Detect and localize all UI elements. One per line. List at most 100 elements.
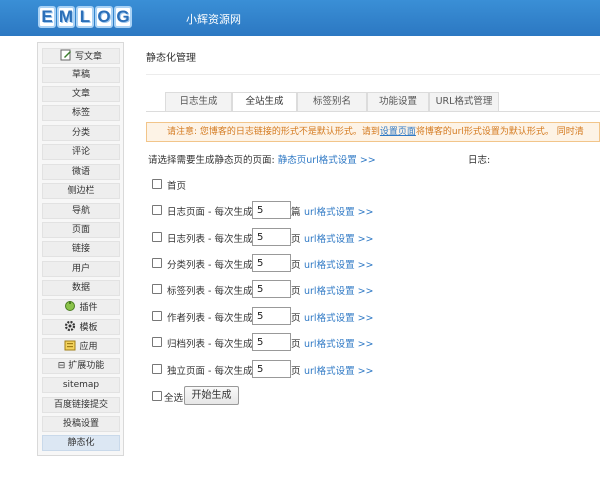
sidebar-item-label: 应用 [79,342,98,352]
count-input[interactable] [252,280,291,298]
logo-letter: L [76,6,94,28]
sidebar-item-articles[interactable]: 文章 [42,86,120,102]
sidebar-item-label: 文章 [71,89,90,99]
sidebar-item-label: 投稿设置 [62,419,99,429]
row-label: 分类列表 - 每次生成 [167,260,253,271]
row-checkbox[interactable] [152,205,162,215]
url-format-link[interactable]: url格式设置 >> [304,310,374,324]
sidebar-item-label: 分类 [71,128,90,138]
start-generate-button[interactable]: 开始生成 [184,386,239,405]
row-checkbox[interactable] [152,337,162,347]
app-icon [64,340,76,351]
select-all-checkbox[interactable] [152,391,162,401]
unit-label: 页 [291,234,301,245]
sidebar-item-data[interactable]: 数据 [42,280,120,296]
sidebar-item-drafts[interactable]: 草稿 [42,67,120,83]
sidebar-item-twitter[interactable]: 微语 [42,164,120,180]
logo-letter: M [57,6,75,28]
logo-letter: G [114,6,132,28]
tab-url-format[interactable]: URL格式管理 [429,92,499,112]
sidebar-item-sitemap[interactable]: sitemap [42,377,120,393]
unit-label: 页 [291,313,301,324]
sidebar-item-static[interactable]: 静态化 [42,435,120,451]
sidebar-item-extensions[interactable]: ⊟ 扩展功能 [42,358,120,374]
sidebar-item-label: 草稿 [71,70,90,80]
sidebar-item-label: 微语 [71,167,90,177]
unit-label: 页 [291,260,301,271]
emlog-logo[interactable]: E M L O G [38,6,132,30]
row-label: 日志列表 - 每次生成 [167,234,253,245]
sidebar-item-label: sitemap [62,380,100,390]
sidebar-item-label: 评论 [71,147,90,157]
url-format-link[interactable]: url格式设置 >> [304,283,374,297]
count-input[interactable] [252,201,291,219]
tab-full-site[interactable]: 全站生成 [232,92,297,112]
notice-text: 将博客的url形式设置为默认形式。 同时清 [415,127,584,137]
sidebar-item-tags[interactable]: 标签 [42,105,120,121]
plugin-icon [65,301,76,311]
row-label: 归档列表 - 每次生成 [167,339,253,350]
prompt-text: 请选择需要生成静态页的页面: [148,155,275,166]
tab-tag-alias[interactable]: 标签别名 [297,92,367,112]
sidebar-item-label: 扩展功能 [68,361,105,371]
url-format-link[interactable]: url格式设置 >> [304,204,374,218]
log-label: 日志: [468,155,491,166]
count-input[interactable] [252,254,291,272]
warning-notice: 请注意: 您博客的日志链接的形式不是默认形式。请到设置页面将博客的url形式设置… [146,122,600,142]
count-input[interactable] [252,228,291,246]
row-checkbox[interactable] [152,311,162,321]
unit-label: 页 [291,366,301,377]
static-url-settings-link[interactable]: 静态页url格式设置 >> [278,155,376,166]
sidebar-item-contribute-settings[interactable]: 投稿设置 [42,416,120,432]
row-label: 作者列表 - 每次生成 [167,313,253,324]
sidebar-item-comments[interactable]: 评论 [42,144,120,160]
count-input[interactable] [252,360,291,378]
count-input[interactable] [252,333,291,351]
site-name-link[interactable]: 小辉资源网 [186,11,241,27]
sidebar-item-categories[interactable]: 分类 [42,125,120,141]
select-all-label: 全选 [164,393,184,404]
url-format-link[interactable]: url格式设置 >> [304,336,374,350]
notice-text: 请注意: 您博客的日志链接的形式不是默认形式。请到 [167,127,380,137]
sidebar-item-widgets[interactable]: 侧边栏 [42,183,120,199]
url-format-link[interactable]: url格式设置 >> [304,257,374,271]
url-format-link[interactable]: url格式设置 >> [304,363,374,377]
sidebar-item-label: 模板 [79,323,98,333]
sidebar-item-label: 页面 [71,225,90,235]
home-checkbox[interactable] [152,179,162,189]
sidebar-item-label: 写文章 [74,52,102,62]
settings-page-link[interactable]: 设置页面 [380,127,416,137]
select-prompt: 请选择需要生成静态页的页面: 静态页url格式设置 >> [148,152,376,166]
logo-letter: E [38,6,56,28]
tab-function-settings[interactable]: 功能设置 [367,92,429,112]
gear-icon [65,320,76,332]
sidebar-item-label: 侧边栏 [67,186,95,196]
sidebar-item-write[interactable]: 写文章 [42,48,120,64]
sidebar-item-baidu-submit[interactable]: 百度链接提交 [42,397,120,413]
row-label: 日志页面 - 每次生成 [167,207,253,218]
divider [146,74,600,75]
sidebar-item-users[interactable]: 用户 [42,261,120,277]
sidebar-item-plugins[interactable]: 插件 [42,299,120,315]
sidebar-item-apps[interactable]: 应用 [42,338,120,354]
count-input[interactable] [252,307,291,325]
unit-label: 篇 [291,207,301,218]
row-checkbox[interactable] [152,232,162,242]
sidebar-item-templates[interactable]: 模板 [42,319,120,335]
sidebar-item-navigation[interactable]: 导航 [42,203,120,219]
home-label: 首页 [167,181,187,192]
row-checkbox[interactable] [152,364,162,374]
sidebar-item-label: 百度链接提交 [53,400,108,410]
sidebar-item-pages[interactable]: 页面 [42,222,120,238]
row-checkbox[interactable] [152,284,162,294]
sidebar-item-label: 链接 [71,244,90,254]
url-format-link[interactable]: url格式设置 >> [304,231,374,245]
unit-label: 页 [291,339,301,350]
page-title: 静态化管理 [146,53,196,64]
row-label: 独立页面 - 每次生成 [167,366,253,377]
sidebar-item-links[interactable]: 链接 [42,241,120,257]
tab-underline [146,111,600,112]
row-checkbox[interactable] [152,258,162,268]
tab-log-generate[interactable]: 日志生成 [165,92,232,112]
sidebar-item-label: 插件 [79,303,98,313]
